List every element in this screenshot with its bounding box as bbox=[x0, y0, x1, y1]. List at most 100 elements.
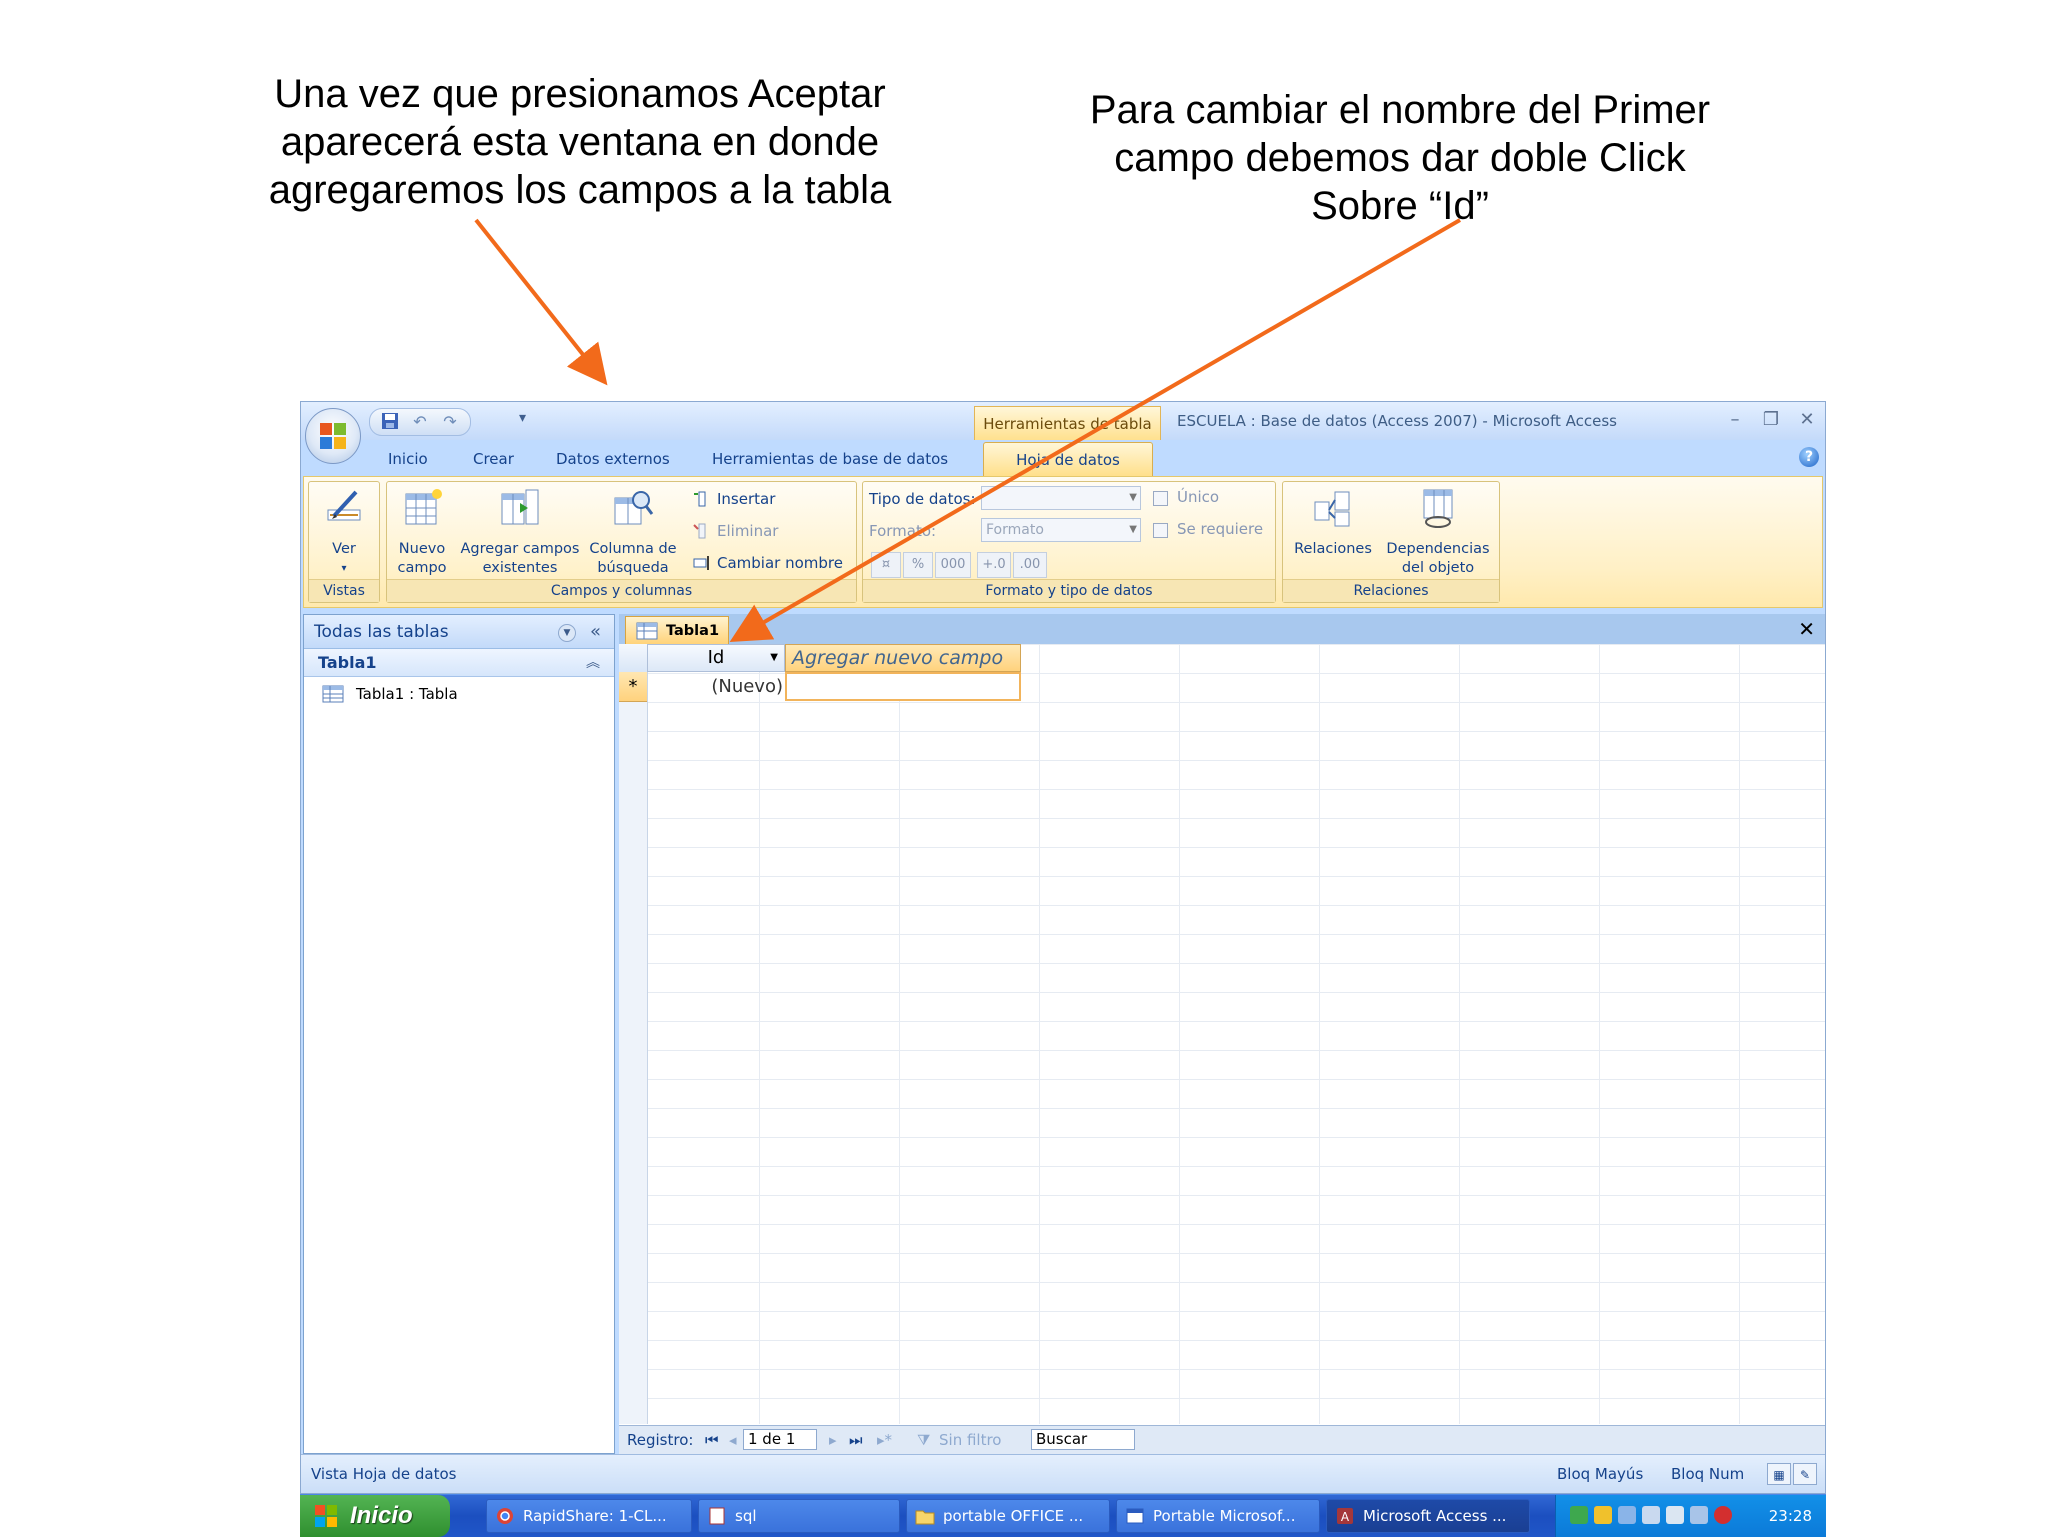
close-document-icon[interactable]: ✕ bbox=[1798, 614, 1815, 644]
restore-icon[interactable]: ❐ bbox=[1759, 408, 1783, 432]
start-button[interactable]: Inicio bbox=[300, 1495, 450, 1537]
unico-label: Único bbox=[1177, 488, 1220, 506]
search-input[interactable]: Buscar bbox=[1031, 1429, 1135, 1450]
previous-record-icon[interactable]: ◂ bbox=[729, 1426, 737, 1454]
tray-app-icon[interactable] bbox=[1570, 1506, 1588, 1524]
add-existing-fields-icon bbox=[501, 489, 539, 525]
tab-datos-externos[interactable]: Datos externos bbox=[556, 450, 670, 468]
rename-column-icon bbox=[693, 556, 709, 570]
window-icon bbox=[1126, 1508, 1144, 1524]
ver-label: Ver bbox=[332, 541, 356, 557]
columna-busqueda-label-2: búsqueda bbox=[597, 560, 669, 576]
filter-status[interactable]: Sin filtro bbox=[939, 1426, 1001, 1454]
design-view-icon[interactable]: ✎ bbox=[1793, 1463, 1817, 1485]
shutter-bar-close-icon[interactable]: « bbox=[590, 615, 601, 649]
decrease-decimals-button[interactable]: .00 bbox=[1013, 552, 1047, 578]
columna-busqueda-label-1: Columna de bbox=[589, 541, 677, 557]
nuevo-campo-label-2: campo bbox=[397, 560, 447, 576]
agregar-campos-button[interactable]: Agregar campos existentes bbox=[457, 486, 583, 578]
task-microsoft-access[interactable]: A Microsoft Access ... bbox=[1326, 1499, 1530, 1533]
column-header-add-new-field[interactable]: Agregar nuevo campo bbox=[785, 644, 1021, 672]
group-label-relaciones: Relaciones bbox=[1283, 579, 1499, 602]
nav-menu-chevron-icon[interactable]: ▼ bbox=[558, 624, 576, 642]
customize-qat-icon[interactable]: ▾ bbox=[519, 410, 526, 426]
tray-volume-icon[interactable] bbox=[1690, 1506, 1708, 1524]
unico-checkbox[interactable] bbox=[1153, 491, 1168, 506]
office-button[interactable] bbox=[305, 408, 361, 464]
tray-device-icon[interactable] bbox=[1666, 1506, 1684, 1524]
task-portable-microsoft[interactable]: Portable Microsof... bbox=[1116, 1499, 1320, 1533]
group-campos-columnas: Nuevo campo Agregar campos existentes Co… bbox=[386, 481, 857, 603]
cell-add-new-field-active[interactable] bbox=[785, 672, 1021, 701]
caption-right: Para cambiar el nombre del Primer campo … bbox=[1089, 88, 1711, 228]
cambiar-nombre-button[interactable]: Cambiar nombre bbox=[693, 554, 843, 572]
increase-decimals-button[interactable]: +.0 bbox=[977, 552, 1011, 578]
first-record-icon[interactable]: ⏮ bbox=[705, 1426, 719, 1454]
help-icon[interactable]: ? bbox=[1799, 447, 1819, 467]
eliminar-button[interactable]: Eliminar bbox=[693, 522, 778, 540]
undo-icon[interactable]: ↶ bbox=[410, 412, 430, 432]
tray-network-icon[interactable] bbox=[1642, 1506, 1660, 1524]
filter-icon[interactable]: ⧩ bbox=[917, 1426, 930, 1454]
cambiar-nombre-label: Cambiar nombre bbox=[717, 554, 843, 572]
dependencias-button[interactable]: Dependencias del objeto bbox=[1381, 486, 1495, 578]
insertar-button[interactable]: Insertar bbox=[693, 490, 775, 508]
insert-column-icon bbox=[694, 491, 706, 507]
task-portable-office[interactable]: portable OFFICE ... bbox=[906, 1499, 1110, 1533]
currency-format-button[interactable]: ¤ bbox=[871, 552, 901, 578]
se-requiere-checkbox[interactable] bbox=[1153, 523, 1168, 538]
formato-combo[interactable]: Formato ▼ bbox=[981, 518, 1141, 542]
columna-busqueda-button[interactable]: Columna de búsqueda bbox=[585, 486, 681, 578]
relationships-icon bbox=[1314, 491, 1350, 527]
collapse-group-icon[interactable]: ︽ bbox=[586, 649, 600, 677]
dependencias-label-1: Dependencias bbox=[1386, 541, 1490, 557]
tray-antivirus-icon[interactable] bbox=[1714, 1506, 1732, 1524]
arrow-to-window bbox=[474, 218, 608, 386]
row-selector-column[interactable] bbox=[619, 644, 648, 1424]
next-record-icon[interactable]: ▸ bbox=[829, 1426, 837, 1454]
document-tab-strip: Tabla1 ✕ bbox=[619, 614, 1825, 645]
nav-item-label: Tabla1 : Tabla bbox=[356, 685, 458, 703]
new-field-icon bbox=[405, 489, 442, 525]
table-icon bbox=[636, 622, 658, 640]
task-label: Portable Microsof... bbox=[1153, 1507, 1296, 1525]
task-label: portable OFFICE ... bbox=[943, 1507, 1084, 1525]
new-record-icon[interactable]: ▸* bbox=[877, 1426, 892, 1454]
redo-icon[interactable]: ↷ bbox=[440, 412, 460, 432]
cell-id-new-record[interactable]: (Nuevo) bbox=[647, 672, 785, 701]
tab-inicio[interactable]: Inicio bbox=[388, 450, 428, 468]
tray-network-icon[interactable] bbox=[1618, 1506, 1636, 1524]
nav-item-tabla1[interactable]: Tabla1 : Tabla bbox=[322, 685, 458, 703]
percent-format-button[interactable]: % bbox=[903, 552, 933, 578]
column-header-id[interactable]: Id ▼ bbox=[647, 644, 785, 672]
new-record-marker-icon[interactable]: * bbox=[619, 672, 647, 702]
dependencias-label-2: del objeto bbox=[1401, 560, 1475, 576]
datasheet-view-icon[interactable]: ▦ bbox=[1767, 1463, 1791, 1485]
record-position-input[interactable]: 1 de 1 bbox=[743, 1429, 817, 1450]
tray-app-icon[interactable] bbox=[1594, 1506, 1612, 1524]
nav-group-tabla1[interactable]: Tabla1 ︽ bbox=[304, 649, 614, 677]
ver-button[interactable]: Ver ▾ bbox=[311, 486, 377, 578]
last-record-icon[interactable]: ⏭ bbox=[849, 1426, 863, 1454]
task-sql[interactable]: sql bbox=[698, 1499, 900, 1533]
tab-herramientas-bd[interactable]: Herramientas de base de datos bbox=[712, 450, 948, 468]
close-icon[interactable]: ✕ bbox=[1795, 408, 1819, 432]
document-tab-tabla1[interactable]: Tabla1 bbox=[625, 616, 729, 644]
nuevo-campo-button[interactable]: Nuevo campo bbox=[391, 486, 453, 578]
column-filter-chevron-icon[interactable]: ▼ bbox=[770, 645, 778, 671]
select-all-cell[interactable] bbox=[619, 644, 647, 673]
document-tab-label: Tabla1 bbox=[666, 623, 720, 639]
relaciones-button[interactable]: Relaciones bbox=[1289, 486, 1377, 559]
window-title: ESCUELA : Base de datos (Access 2007) - … bbox=[1177, 412, 1617, 430]
thousands-format-button[interactable]: 000 bbox=[935, 552, 971, 578]
minimize-icon[interactable]: – bbox=[1723, 408, 1747, 432]
navigation-pane: Todas las tablas ▼ « Tabla1 ︽ Tabla1 : T… bbox=[303, 614, 615, 1454]
status-view-name: Vista Hoja de datos bbox=[311, 1465, 457, 1483]
tipo-datos-combo[interactable]: ▼ bbox=[981, 486, 1141, 510]
tab-crear[interactable]: Crear bbox=[473, 450, 514, 468]
task-rapidshare[interactable]: RapidShare: 1-CL... bbox=[486, 1499, 692, 1533]
tab-hoja-de-datos[interactable]: Hoja de datos bbox=[983, 442, 1153, 477]
save-icon[interactable] bbox=[380, 412, 400, 432]
object-dependencies-icon bbox=[1423, 489, 1453, 528]
datasheet-grid[interactable] bbox=[619, 644, 1825, 1424]
